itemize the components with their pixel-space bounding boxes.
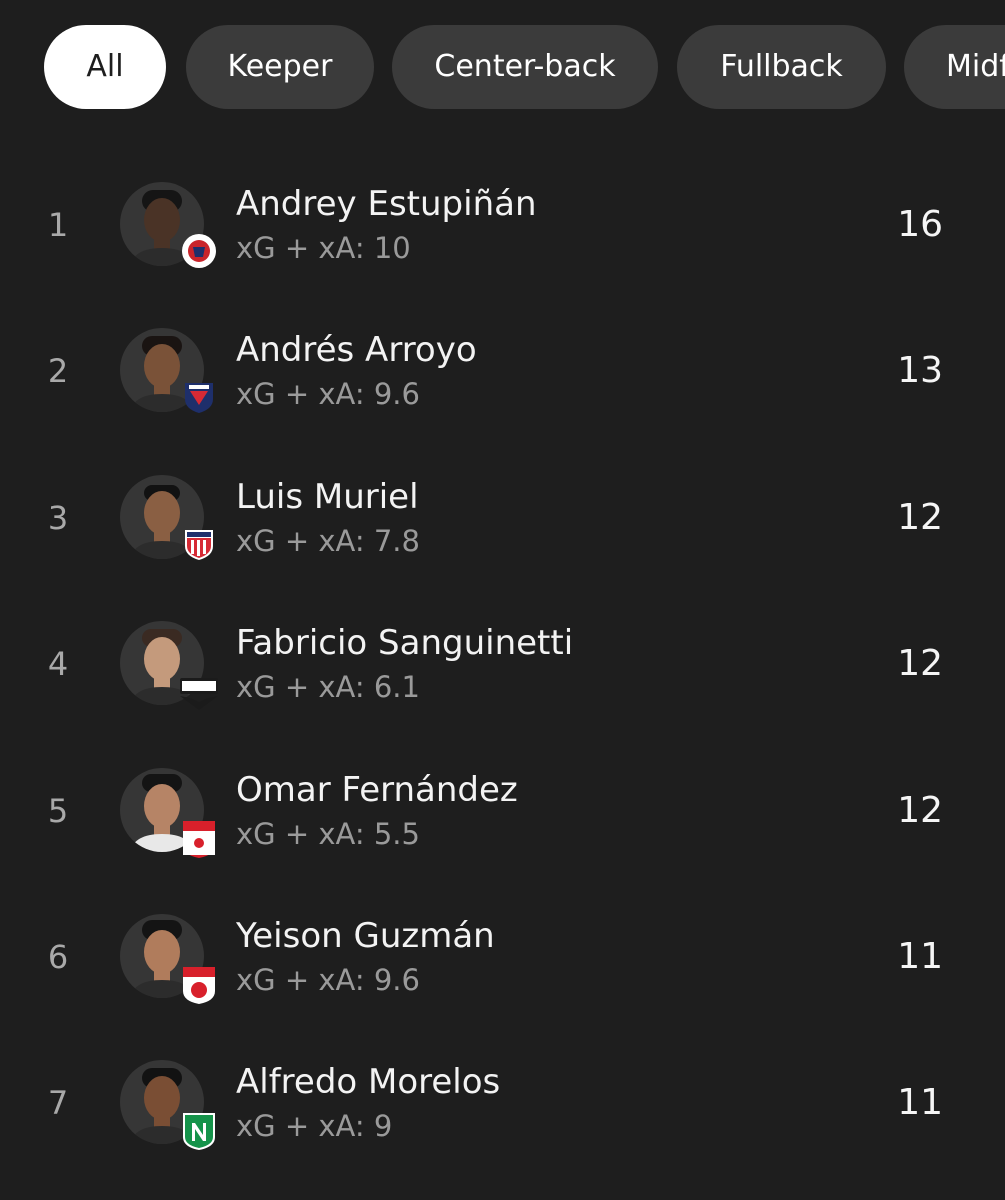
fortaleza-crest-icon [181,379,217,415]
internacional-bogota-crest-icon [178,672,220,710]
player-photo [120,1060,220,1160]
player-name: Luis Muriel [236,477,419,517]
filter-chip-midfielder[interactable]: Midfielder [904,25,1005,109]
player-name: Fabricio Sanguinetti [236,623,574,663]
pasto-crest-icon [181,233,217,269]
player-row[interactable]: 4 Fabricio Sanguinetti xG + xA: 6.1 12 [0,621,1005,767]
player-rank: 4 [47,645,69,683]
player-stat-value: 16 [897,204,943,245]
player-xg-xa: xG + xA: 9 [236,1109,393,1143]
america-crest-icon [181,965,217,1004]
player-rank: 2 [47,352,69,390]
player-rank: 6 [47,938,69,976]
player-name: Alfredo Morelos [236,1062,501,1102]
player-stat-value: 13 [897,350,943,391]
player-rank: 3 [47,499,69,537]
player-photo [120,914,220,1014]
player-photo [120,475,220,575]
player-stat-value: 12 [897,790,943,831]
player-xg-xa: xG + xA: 9.6 [236,377,420,411]
filter-chip-center-back[interactable]: Center-back [392,25,658,109]
santa-fe-crest-icon [181,819,217,858]
player-name: Andrey Estupiñán [236,184,537,224]
player-stat-value: 11 [897,1082,943,1123]
player-row[interactable]: 2 Andrés Arroyo xG + xA: 9.6 13 [0,328,1005,474]
player-stat-value: 11 [897,936,943,977]
player-xg-xa: xG + xA: 10 [236,231,411,265]
player-name: Andrés Arroyo [236,330,477,370]
filter-chip-fullback[interactable]: Fullback [677,25,886,109]
player-xg-xa: xG + xA: 7.8 [236,524,420,558]
top-players-screen: All Keeper Center-back Fullback Midfield… [0,0,1005,1200]
player-stat-value: 12 [897,497,943,538]
player-row[interactable]: 5 Omar Fernández xG + xA: 5.5 12 [0,768,1005,914]
player-photo [120,182,220,282]
player-xg-xa: xG + xA: 9.6 [236,963,420,997]
player-row[interactable]: 1 Andrey Estupiñán xG + xA: 10 16 [0,182,1005,328]
player-rank: 1 [47,206,69,244]
player-row[interactable]: 7 Alfredo Morelos xG + xA: 9 11 [0,1060,1005,1200]
player-name: Omar Fernández [236,770,518,810]
filter-chip-all[interactable]: All [44,25,166,109]
player-row[interactable]: 3 Luis Muriel xG + xA: 7.8 12 [0,475,1005,621]
player-photo [120,621,220,721]
player-stat-value: 12 [897,643,943,684]
player-photo [120,768,220,868]
player-xg-xa: xG + xA: 6.1 [236,670,420,704]
player-rank: 7 [47,1084,69,1122]
filter-chip-keeper[interactable]: Keeper [186,25,374,109]
nacional-crest-icon [181,1111,217,1150]
player-photo [120,328,220,428]
player-row[interactable]: 6 Yeison Guzmán xG + xA: 9.6 11 [0,914,1005,1060]
player-name: Yeison Guzmán [236,916,495,956]
player-xg-xa: xG + xA: 5.5 [236,817,420,851]
junior-crest-icon [181,526,217,562]
player-rank: 5 [47,792,69,830]
